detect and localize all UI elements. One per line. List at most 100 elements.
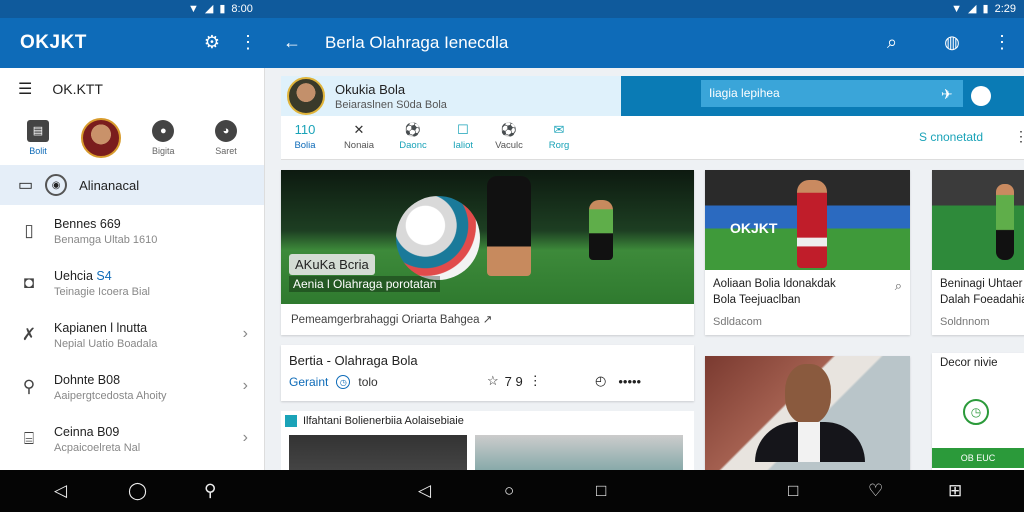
- home-nav-icon[interactable]: ○: [504, 481, 514, 501]
- overflow-menu-icon[interactable]: ⋮: [236, 30, 260, 54]
- back-arrow-icon[interactable]: ←: [280, 30, 304, 54]
- hero-caption: Pemeamgerbrahaggi Oriarta Bahgea ↗: [291, 314, 493, 326]
- person-icon: ⚲: [22, 377, 36, 396]
- sidebar-shortcuts: ▤ Bolit ● Bigita ◕ Saret: [0, 110, 264, 165]
- signal-icon: ◢: [968, 3, 977, 15]
- hamburger-menu-icon[interactable]: ☰: [18, 79, 32, 99]
- connected-link[interactable]: S cnonetatd: [919, 130, 983, 144]
- search-icon[interactable]: ⌕: [880, 30, 904, 54]
- battery-icon: ▮: [219, 3, 226, 15]
- soccer-ball-image: [396, 196, 480, 280]
- ball-icon: ●: [152, 119, 175, 142]
- hero-subtitle: Aenia l Olahraga porotatan: [289, 276, 441, 292]
- more-icon[interactable]: ⋮: [1014, 128, 1024, 145]
- sidebar-header: ☰ OK.KTT: [0, 68, 264, 110]
- sidebar-item[interactable]: ▯ Bennes 669 Benamga Ultab 1610: [0, 205, 264, 257]
- green-label: OB EUC: [932, 448, 1024, 468]
- search-field[interactable]: Iiagia lepihea: [701, 80, 963, 107]
- article-card[interactable]: Bertia - Olahraga Bola Geraint ◷ tolo ☆ …: [281, 345, 694, 401]
- shortcut-saret[interactable]: ◕ Saret: [196, 110, 256, 165]
- archive-icon: ▤: [27, 119, 49, 142]
- chevron-right-icon: ›: [242, 325, 248, 342]
- tab-nonaia[interactable]: ✕ Nonaia: [335, 122, 383, 151]
- player-image: [797, 180, 827, 268]
- hero-tag: AKuKa Bcria: [289, 254, 375, 275]
- portrait-image: [705, 356, 910, 470]
- pie-icon: ◕: [214, 119, 237, 142]
- like-icon[interactable]: ☆: [487, 373, 499, 389]
- profile-subtitle: Beiaraslnen S0da Bola: [335, 98, 447, 111]
- thumbnail-image[interactable]: [475, 435, 683, 470]
- settings-icon[interactable]: ⚙: [200, 30, 224, 54]
- wifi-icon: ▼: [951, 2, 963, 15]
- side-card[interactable]: Decor nivie ◷ OB EUC: [932, 353, 1024, 470]
- article-meta-label: Geraint: [289, 375, 329, 389]
- book-icon: ⌸: [23, 429, 35, 448]
- profile-circle-icon[interactable]: [971, 86, 991, 106]
- sidebar-item-selected[interactable]: ▭ ◉ Alinanacal: [0, 165, 264, 205]
- promo-banner: Iiagia lepihea ✈: [621, 76, 1024, 116]
- tab-bolia[interactable]: 110 Bolia: [281, 122, 329, 151]
- sidebar-item[interactable]: ⌸ Ceinna B09 Acpaicoelreta Nal ›: [0, 413, 264, 465]
- app-bar: OKJKT ⚙ ⋮ ← Berla Olahraga Ienecdla ⌕ ◍ …: [0, 18, 1024, 68]
- sidebar-item[interactable]: ⚲ Dohnte B08 Aaipergtcedosta Ahoity ›: [0, 361, 264, 413]
- news-image: [932, 170, 1024, 270]
- battery-icon: ▮: [982, 3, 989, 15]
- monitor-icon: ▭: [18, 177, 34, 194]
- tab-daonc[interactable]: ⚽ Daonc: [389, 122, 437, 151]
- player-image: [996, 184, 1014, 260]
- app-brand[interactable]: OKJKT: [20, 32, 87, 54]
- navigation-bar: ◁ ◯ ⚲ ◁ ○ □ □ ♡ ⊞: [0, 470, 1024, 512]
- search-icon[interactable]: ⌕: [895, 278, 902, 294]
- plane-icon[interactable]: ✈: [941, 86, 953, 103]
- signal-icon: ◢: [204, 3, 214, 15]
- like-count: 7 9: [504, 373, 523, 389]
- grid-icon[interactable]: ⊞: [948, 481, 962, 501]
- player-image: [589, 200, 613, 260]
- player-image: [487, 176, 531, 276]
- back-nav-icon[interactable]: ◁: [54, 481, 67, 501]
- status-bar: ▼ ◢ ▮ 8:00 ▼ ◢ ▮ 2:29: [0, 0, 1024, 18]
- shortcut-bolit[interactable]: ▤ Bolit: [8, 110, 68, 165]
- avatar: [80, 117, 121, 158]
- shortcut-bigita[interactable]: ● Bigita: [133, 110, 193, 165]
- portrait-card[interactable]: [705, 356, 910, 470]
- tv-icon: [285, 415, 297, 427]
- profile-header[interactable]: Okukia Bola Beiaraslnen S0da Bola: [281, 76, 626, 116]
- sidebar-item[interactable]: ◘ Uehcia S4 Teinagie Icoera Bial: [0, 257, 264, 309]
- compass-icon: ◉: [45, 174, 68, 196]
- shortcut-avatar[interactable]: [71, 110, 131, 165]
- chevron-right-icon: ›: [242, 377, 248, 394]
- recents-nav-icon[interactable]: □: [788, 481, 798, 501]
- tab-vaculc[interactable]: ⚽ Vaculc: [485, 122, 533, 151]
- sidebar: ☰ OK.KTT ▤ Bolit ● Bigita ◕ Saret ▭ ◉ Al…: [0, 68, 265, 470]
- recents-nav-icon[interactable]: □: [596, 481, 606, 501]
- sidebar-item-label: Alinanacal: [79, 177, 140, 193]
- profile-name: Okukia Bola: [335, 81, 406, 97]
- main-content: Okukia Bola Beiaraslnen S0da Bola Iiagia…: [265, 68, 1024, 470]
- timer-icon[interactable]: ◴: [595, 373, 606, 389]
- back-nav-icon[interactable]: ◁: [418, 481, 431, 501]
- options-icon[interactable]: •••••: [618, 374, 641, 389]
- news-card[interactable]: OKJKT Aoliaan Bolia ldonakdak Bola Teeju…: [705, 170, 910, 335]
- news-image: OKJKT: [705, 170, 910, 270]
- sidebar-item[interactable]: ✗ Kapianen l lnutta Nepial Uatio Boadala …: [0, 309, 264, 361]
- chevron-right-icon: ›: [242, 429, 248, 446]
- section-title: Ilfahtani Bolienerbiia Aolaisebiaie: [303, 415, 464, 427]
- wifi-icon: ▼: [188, 2, 199, 15]
- tab-ialiot[interactable]: ☐ Ialiot: [439, 122, 487, 151]
- clock-icon: ◷: [963, 399, 989, 425]
- news-card[interactable]: Beninagi Uhtaer Dalah Foeadahia Soldnnom: [932, 170, 1024, 335]
- thumbnail-image[interactable]: [289, 435, 467, 470]
- user-icon[interactable]: ⚲: [204, 481, 216, 501]
- globe-icon[interactable]: ◍: [940, 30, 964, 54]
- tab-rorg[interactable]: ✉ Rorg: [535, 122, 583, 151]
- avatar: [287, 77, 325, 115]
- document-icon: ▯: [24, 221, 34, 240]
- clock-icon: ◷: [336, 375, 351, 389]
- heart-icon[interactable]: ♡: [868, 481, 883, 501]
- hero-card[interactable]: AKuKa Bcria Aenia l Olahraga porotatan P…: [281, 170, 694, 335]
- more-dots-icon[interactable]: ⋮: [529, 373, 542, 389]
- more-icon[interactable]: ⋮: [990, 30, 1014, 54]
- chat-icon[interactable]: ◯: [128, 481, 147, 501]
